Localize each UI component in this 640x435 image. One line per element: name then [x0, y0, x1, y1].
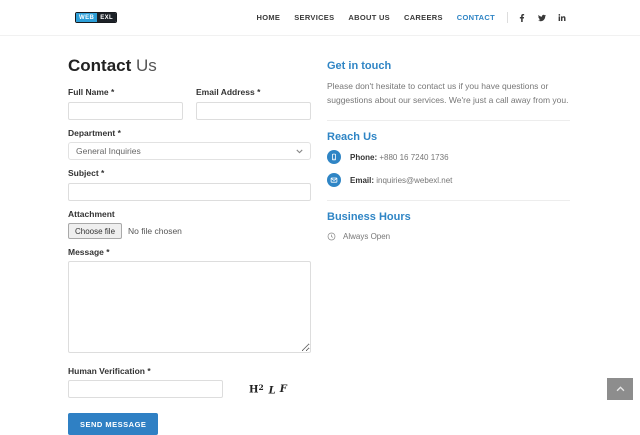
site-logo[interactable]: WEB EXL [75, 12, 117, 23]
contact-form: Full Name * Email Address * Department *… [68, 87, 311, 435]
nav-item-services[interactable]: SERVICES [294, 13, 334, 22]
main-nav: HOME SERVICES ABOUT US CAREERS CONTACT [257, 13, 495, 22]
page-title-strong: Contact [68, 56, 131, 75]
department-select[interactable]: General Inquiries [68, 142, 311, 160]
subject-input[interactable] [68, 183, 311, 201]
phone-value: +880 16 7240 1736 [377, 153, 448, 162]
linkedin-icon[interactable] [558, 14, 566, 22]
nav-item-about-us[interactable]: ABOUT US [348, 13, 390, 22]
get-in-touch-title: Get in touch [327, 60, 570, 72]
email-row: Email: inquiries@webexl.net [327, 173, 570, 187]
nav-item-careers[interactable]: CAREERS [404, 13, 443, 22]
main-content: Contact Us Full Name * Email Address * D… [0, 36, 640, 435]
social-links [518, 14, 566, 22]
department-selected-value: General Inquiries [76, 146, 141, 156]
contact-form-section: Contact Us Full Name * Email Address * D… [68, 50, 311, 435]
email-text: Email: inquiries@webexl.net [350, 176, 452, 185]
full-name-input[interactable] [68, 102, 183, 120]
nav-item-home[interactable]: HOME [257, 13, 281, 22]
phone-label: Phone: [350, 153, 377, 162]
choose-file-button[interactable]: Choose file [68, 223, 122, 239]
reach-us-title: Reach Us [327, 131, 570, 143]
page-title: Contact Us [68, 56, 311, 76]
nav-social-divider [507, 12, 508, 23]
captcha-char-4: F [280, 384, 287, 395]
scroll-to-top-button[interactable] [607, 378, 633, 400]
chevron-down-icon [296, 149, 303, 154]
header: WEB EXL HOME SERVICES ABOUT US CAREERS C… [0, 0, 640, 36]
email-address-label: Email Address * [196, 87, 311, 97]
human-verification-input[interactable] [68, 380, 223, 398]
human-verification-label: Human Verification * [68, 366, 311, 376]
send-message-button[interactable]: SEND MESSAGE [68, 413, 158, 435]
email-address-input[interactable] [196, 102, 311, 120]
attachment-label: Attachment [68, 209, 311, 219]
twitter-icon[interactable] [538, 14, 546, 22]
contact-info-sidebar: Get in touch Please don't hesitate to co… [327, 50, 570, 435]
subject-label: Subject * [68, 168, 311, 178]
email-value[interactable]: inquiries@webexl.net [374, 176, 452, 185]
nav-item-contact[interactable]: CONTACT [457, 13, 495, 22]
phone-text: Phone: +880 16 7240 1736 [350, 153, 449, 162]
department-label: Department * [68, 128, 311, 138]
page-title-light: Us [131, 56, 157, 75]
business-hours-status: Always Open [343, 232, 390, 241]
message-textarea[interactable] [68, 261, 311, 353]
logo-text-left: WEB [76, 13, 97, 22]
logo-text-right: EXL [97, 13, 116, 22]
business-hours-row: Always Open [327, 232, 570, 241]
clock-icon [327, 232, 336, 241]
phone-icon [327, 150, 341, 164]
message-label: Message * [68, 247, 311, 257]
phone-row: Phone: +880 16 7240 1736 [327, 150, 570, 164]
envelope-icon [327, 173, 341, 187]
business-hours-title: Business Hours [327, 211, 570, 223]
file-status-text: No file chosen [128, 226, 182, 236]
chevron-up-icon [616, 386, 625, 392]
get-in-touch-text: Please don't hesitate to contact us if y… [327, 79, 570, 107]
captcha-char-3: L [269, 386, 276, 397]
captcha-char-2: 2 [258, 383, 263, 392]
captcha-image: H2LF [249, 383, 287, 396]
email-label: Email: [350, 176, 374, 185]
facebook-icon[interactable] [518, 14, 526, 22]
full-name-label: Full Name * [68, 87, 183, 97]
